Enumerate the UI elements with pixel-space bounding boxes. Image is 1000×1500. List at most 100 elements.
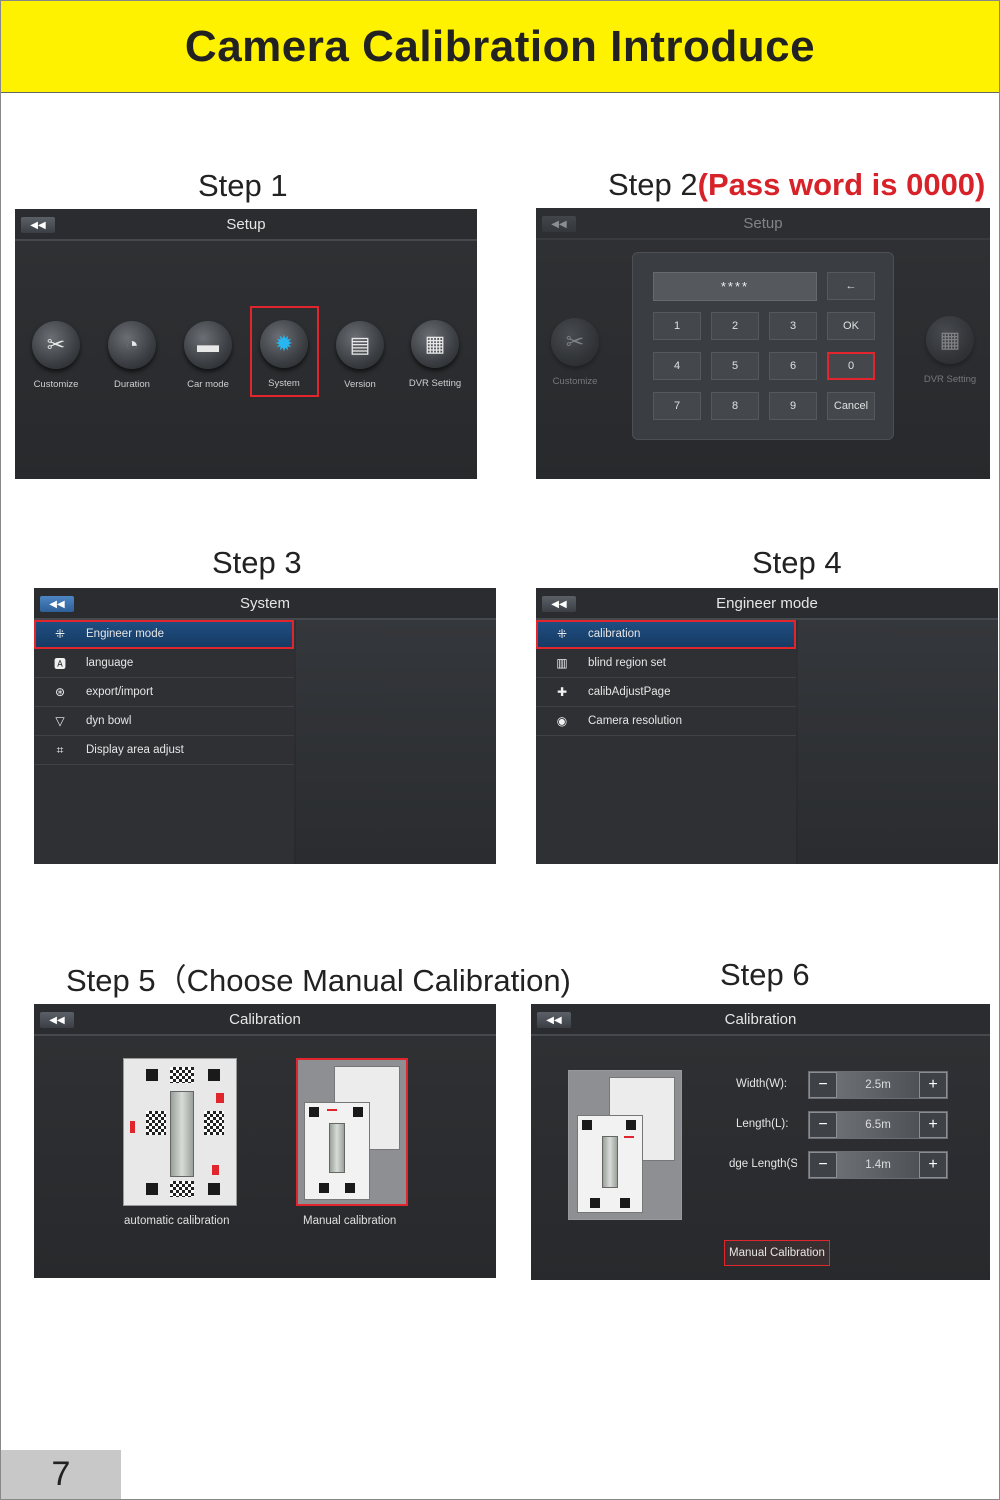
step5-screen-title: Calibration [229, 1010, 301, 1028]
key-1[interactable]: 1 [653, 312, 701, 340]
step6-heading: Step 6 [720, 957, 810, 992]
edge-length-value[interactable]: 1.4m [837, 1152, 919, 1178]
key-ok[interactable]: OK [827, 312, 875, 340]
selection-highlight [250, 306, 319, 397]
manual-calibration-option[interactable] [296, 1058, 408, 1206]
plus-button[interactable]: + [919, 1072, 947, 1098]
back-icon[interactable]: ◀◀ [21, 217, 55, 233]
back-icon[interactable]: ◀◀ [40, 1012, 74, 1028]
step1-heading: Step 1 [198, 168, 288, 203]
step3-titlebar: ◀◀ System [34, 588, 496, 620]
menu-item-export-import[interactable]: ⊛ export/import [34, 678, 294, 707]
menu-detail-pane [798, 620, 998, 864]
calibration-diagram [568, 1070, 682, 1220]
edge-length-label: dge Length(S [729, 1158, 797, 1170]
setup-item-label: Customize [33, 379, 79, 390]
password-field[interactable]: **** [653, 272, 817, 301]
marker [353, 1107, 363, 1117]
plus-button[interactable]: + [919, 1112, 947, 1138]
menu-item-calibration[interactable]: ⁜ calibration [536, 620, 796, 649]
key-7[interactable]: 7 [653, 392, 701, 420]
length-value[interactable]: 6.5m [837, 1112, 919, 1138]
menu-item-blind-region[interactable]: ▥ blind region set [536, 649, 796, 678]
minus-button[interactable]: − [809, 1112, 837, 1138]
key-5[interactable]: 5 [711, 352, 759, 380]
marker [620, 1198, 630, 1208]
step2-heading-text: Step 2 [608, 167, 698, 202]
step3-screen-title: System [239, 594, 290, 612]
setup-item-duration[interactable]: ◔ Duration [96, 321, 168, 390]
red-marker [624, 1136, 634, 1138]
red-marker [327, 1109, 337, 1111]
menu-item-calib-adjust[interactable]: ✚ calibAdjustPage [536, 678, 796, 707]
menu-item-label: calibration [588, 628, 641, 640]
key-6[interactable]: 6 [769, 352, 817, 380]
back-icon[interactable]: ◀◀ [542, 216, 576, 232]
calibration-icon: ⁜ [556, 627, 568, 641]
car-image [602, 1136, 618, 1188]
menu-item-camera-resolution[interactable]: ◉ Camera resolution [536, 707, 796, 736]
step5-screen: ◀◀ Calibration automatic calibration Man… [34, 1004, 496, 1278]
front-sheet [304, 1102, 370, 1200]
tools-icon: ✂ [551, 318, 599, 366]
marker [146, 1183, 158, 1195]
setup-item-version[interactable]: ▤ Version [324, 321, 396, 390]
setup-item-label: Car mode [187, 379, 229, 390]
key-cancel[interactable]: Cancel [827, 392, 875, 420]
bowl-icon: ▽ [55, 714, 65, 728]
step4-screen: ◀◀ Engineer mode ⁜ calibration ▥ blind r… [536, 588, 998, 864]
setup-item-dvr-setting[interactable]: ▦ DVR Setting [399, 320, 471, 389]
red-marker [216, 1093, 224, 1103]
automatic-calibration-option[interactable] [123, 1058, 237, 1206]
option-label: Manual calibration [303, 1215, 397, 1227]
key-9[interactable]: 9 [769, 392, 817, 420]
red-marker [130, 1121, 135, 1133]
setup-item-customize[interactable]: ✂ Customize [20, 321, 92, 390]
minus-button[interactable]: − [809, 1072, 837, 1098]
language-icon: 🅰 [53, 656, 66, 671]
tools-icon: ✂ [32, 321, 80, 369]
key-0[interactable]: 0 [827, 352, 875, 380]
front-sheet [577, 1115, 643, 1213]
engineer-menu: ⁜ calibration ▥ blind region set ✚ calib… [536, 620, 796, 864]
clapper-icon: ▦ [411, 320, 459, 368]
checkerboard [170, 1181, 194, 1197]
backspace-key[interactable]: ← [827, 272, 875, 300]
manual-calibration-button[interactable]: Manual Calibration [724, 1240, 830, 1266]
menu-item-engineer-mode[interactable]: ⁜ Engineer mode [34, 620, 294, 649]
back-icon[interactable]: ◀◀ [40, 596, 74, 612]
back-icon[interactable]: ◀◀ [537, 1012, 571, 1028]
plus-button[interactable]: + [919, 1152, 947, 1178]
bg-item-customize: ✂ Customize [539, 318, 611, 387]
minus-button[interactable]: − [809, 1152, 837, 1178]
bg-item-label: DVR Setting [923, 374, 977, 385]
width-value[interactable]: 2.5m [837, 1072, 919, 1098]
width-label: Width(W): [736, 1078, 788, 1090]
key-4[interactable]: 4 [653, 352, 701, 380]
checkerboard [146, 1111, 166, 1135]
setup-item-car-mode[interactable]: ▬ Car mode [172, 321, 244, 390]
step3-screen: ◀◀ System ⁜ Engineer mode 🅰 language ⊛ e… [34, 588, 496, 864]
step5-heading: Step 5（Choose Manual Calibration) [66, 963, 571, 998]
marker [345, 1183, 355, 1193]
back-icon[interactable]: ◀◀ [542, 596, 576, 612]
password-keypad: **** ← 1 2 3 OK 4 5 6 0 7 8 9 Cancel [632, 252, 894, 440]
menu-item-language[interactable]: 🅰 language [34, 649, 294, 678]
setup-item-label: Duration [114, 379, 150, 390]
key-8[interactable]: 8 [711, 392, 759, 420]
bg-item-label: Customize [552, 376, 598, 387]
step4-screen-title: Engineer mode [716, 594, 818, 612]
step6-titlebar: ◀◀ Calibration [531, 1004, 990, 1036]
menu-item-label: Display area adjust [86, 744, 184, 756]
menu-item-label: language [86, 657, 134, 669]
menu-item-dyn-bowl[interactable]: ▽ dyn bowl [34, 707, 294, 736]
key-2[interactable]: 2 [711, 312, 759, 340]
step4-titlebar: ◀◀ Engineer mode [536, 588, 998, 620]
marker [146, 1069, 158, 1081]
car-image [170, 1091, 194, 1177]
menu-item-display-area[interactable]: ⌗ Display area adjust [34, 736, 294, 765]
step4-heading: Step 4 [752, 545, 842, 580]
key-3[interactable]: 3 [769, 312, 817, 340]
step2-titlebar: ◀◀ Setup [536, 208, 990, 240]
car-icon: ▬ [184, 321, 232, 369]
